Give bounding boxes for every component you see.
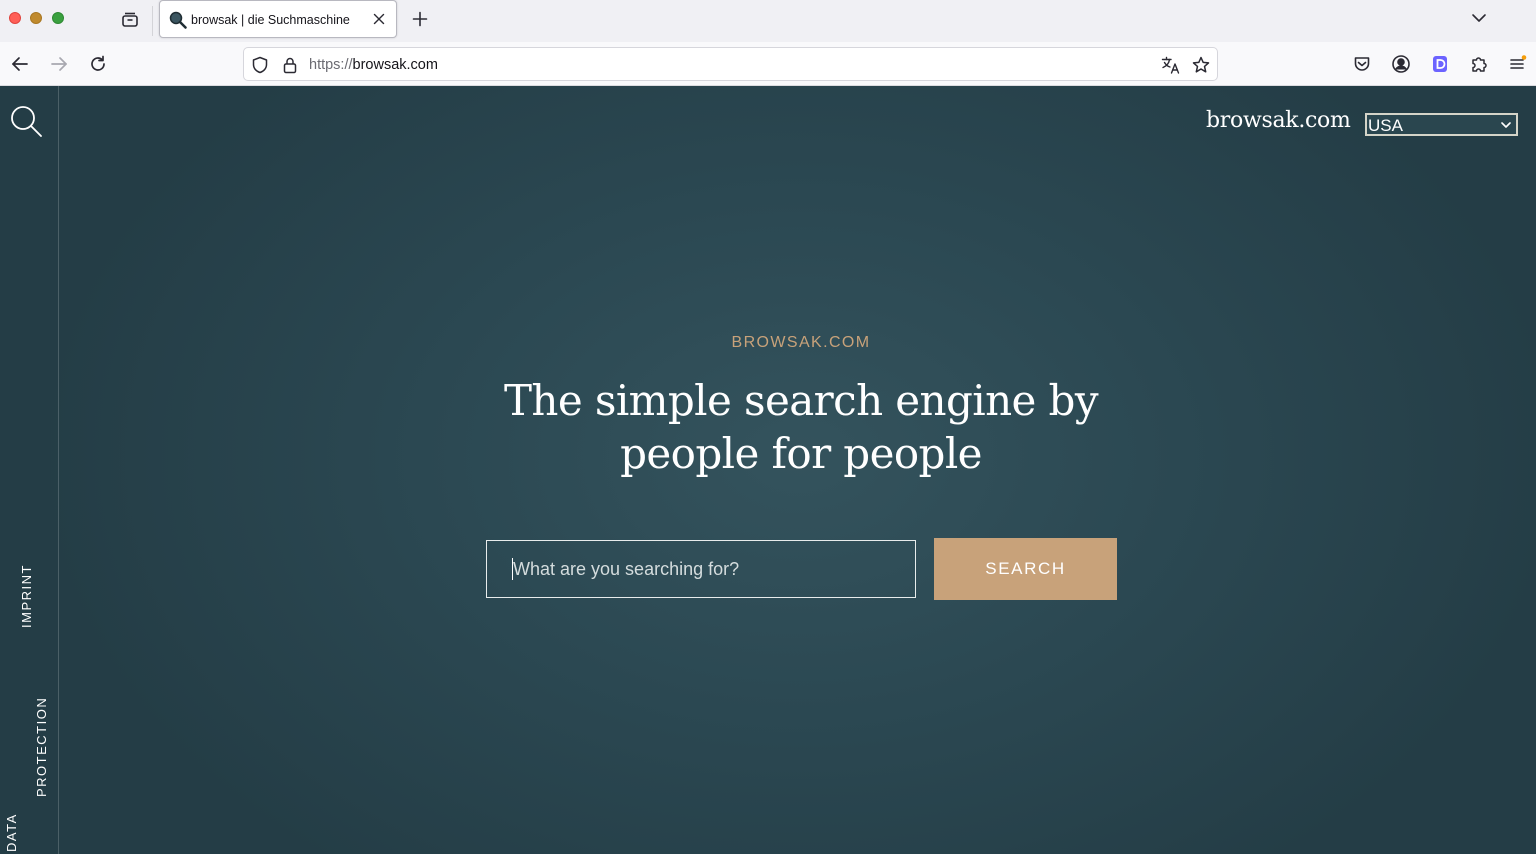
url-host: browsak.com xyxy=(352,57,438,73)
site-name[interactable]: browsak.com xyxy=(1206,108,1351,133)
search-input[interactable] xyxy=(486,540,916,598)
chevron-down-icon xyxy=(1501,122,1511,128)
maximize-window-button[interactable] xyxy=(52,12,64,24)
translate-icon[interactable] xyxy=(1161,55,1181,75)
close-window-button[interactable] xyxy=(9,12,21,24)
hero-headline: The simple search engine by people for p… xyxy=(0,374,1536,480)
d-extension-icon[interactable] xyxy=(1429,53,1451,75)
close-icon[interactable] xyxy=(370,10,388,28)
search-button[interactable]: SEARCH xyxy=(934,538,1117,600)
data-protection-line2: PROTECTION xyxy=(34,696,49,797)
active-tab[interactable]: browsak | die Suchmaschine xyxy=(159,0,397,38)
imprint-link[interactable]: IMPRINT xyxy=(19,564,34,628)
pocket-icon[interactable] xyxy=(1351,53,1373,75)
plus-icon[interactable] xyxy=(410,9,430,29)
arrow-left-icon[interactable] xyxy=(9,53,31,75)
text-caret xyxy=(512,558,513,580)
tab-overview-icon[interactable] xyxy=(119,9,141,31)
search-icon[interactable] xyxy=(9,104,45,140)
page-content: IMPRINT DATA PROTECTION browsak.com USA … xyxy=(0,86,1536,854)
navigation-bar: https://browsak.com xyxy=(0,42,1536,86)
url-text[interactable]: https://browsak.com xyxy=(309,57,438,73)
star-icon[interactable] xyxy=(1191,55,1211,75)
reload-icon[interactable] xyxy=(87,53,109,75)
hero-kicker: BROWSAK.COM xyxy=(731,334,871,351)
minimize-window-button[interactable] xyxy=(30,12,42,24)
arrow-right-icon[interactable] xyxy=(48,53,70,75)
country-select[interactable]: USA xyxy=(1365,113,1518,136)
tabbar-separator xyxy=(152,6,153,36)
lock-icon[interactable] xyxy=(280,55,300,75)
account-icon[interactable] xyxy=(1390,53,1412,75)
tab-title: browsak | die Suchmaschine xyxy=(191,13,350,27)
tab-bar: browsak | die Suchmaschine xyxy=(0,0,1536,42)
url-scheme: https:// xyxy=(309,57,353,73)
puzzle-icon[interactable] xyxy=(1468,53,1490,75)
shield-icon[interactable] xyxy=(250,55,270,75)
chevron-down-icon[interactable] xyxy=(1469,8,1489,28)
country-selected-value: USA xyxy=(1368,116,1403,135)
hero-headline-line1: The simple search engine by xyxy=(504,376,1099,425)
hamburger-menu-icon[interactable] xyxy=(1507,53,1529,75)
url-bar[interactable]: https://browsak.com xyxy=(243,47,1218,81)
data-protection-line1: DATA xyxy=(4,813,19,852)
hero-headline-line2: people for people xyxy=(620,429,982,478)
magnifier-favicon-icon xyxy=(169,11,187,29)
